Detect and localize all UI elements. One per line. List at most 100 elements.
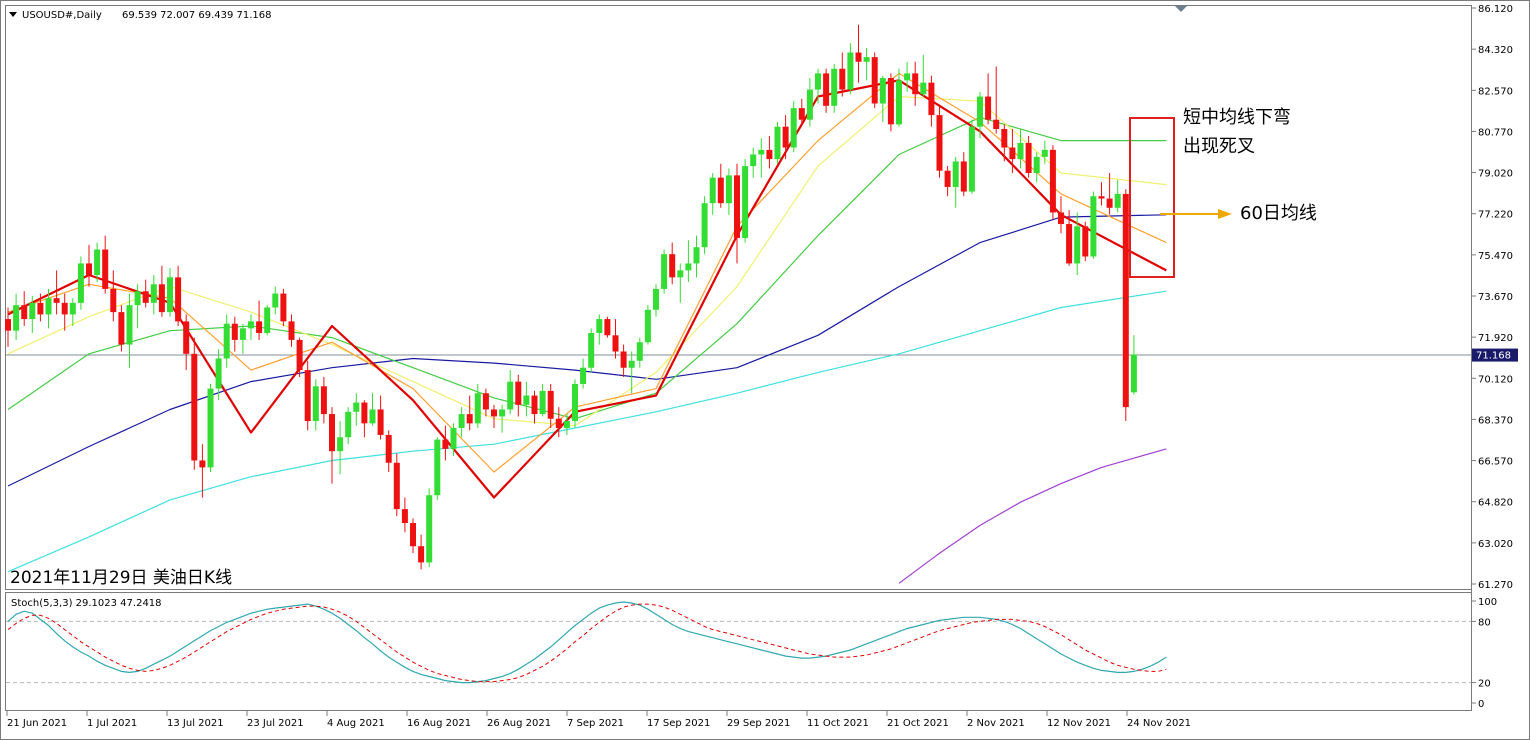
candle-body xyxy=(491,409,497,417)
price-tick-label: 68.370 xyxy=(1478,415,1513,426)
stoch-tick-label: 100 xyxy=(1478,597,1497,608)
candle-body xyxy=(701,203,708,248)
date-tick-label: 2 Nov 2021 xyxy=(967,718,1025,729)
candle-body xyxy=(661,254,668,289)
candle-body xyxy=(1001,128,1008,148)
candle-body xyxy=(37,302,44,315)
date-tick-label: 23 Jul 2021 xyxy=(247,718,304,729)
annotation-line-2: 出现死叉 xyxy=(1183,136,1255,157)
candle-body xyxy=(847,52,854,90)
candle-body xyxy=(1074,226,1081,264)
candle-body xyxy=(280,293,287,322)
price-tick-label: 73.670 xyxy=(1478,292,1513,303)
candle-body xyxy=(353,402,360,412)
date-tick-label: 13 Jul 2021 xyxy=(167,718,224,729)
candle-body xyxy=(653,288,659,310)
chart-ohlc: 69.539 72.007 69.439 71.168 xyxy=(122,10,272,21)
chart-caption: 2021年11月29日 美油日K线 xyxy=(10,568,232,588)
candle-body xyxy=(86,263,92,276)
candle-body xyxy=(960,161,967,192)
candle-body xyxy=(393,462,400,510)
date-tick-label: 7 Sep 2021 xyxy=(567,718,624,729)
candle-body xyxy=(677,270,684,278)
candle-body xyxy=(272,293,279,308)
candle-body xyxy=(628,360,635,368)
date-tick-label: 26 Aug 2021 xyxy=(487,718,551,729)
candle-body xyxy=(45,298,52,315)
candle-body xyxy=(815,73,821,90)
candle-body xyxy=(725,175,732,204)
candle-body xyxy=(709,177,716,204)
candle-body xyxy=(887,78,894,125)
candle-body xyxy=(1041,149,1048,157)
candle-body xyxy=(912,73,919,95)
price-tick-label: 70.120 xyxy=(1478,374,1513,385)
candle-body xyxy=(264,307,271,333)
price-tick-label: 84.320 xyxy=(1478,45,1513,56)
candle-body xyxy=(61,302,68,315)
candle-body xyxy=(110,288,117,313)
candle-body xyxy=(94,249,101,276)
candle-body xyxy=(539,390,546,415)
candle-body xyxy=(531,395,538,415)
candle-body xyxy=(207,388,214,468)
candle-body xyxy=(839,68,846,90)
candle-body xyxy=(1114,193,1121,208)
candle-body xyxy=(928,82,935,116)
candle-body xyxy=(1033,156,1040,174)
candle-body xyxy=(758,149,765,155)
indicator-pane xyxy=(5,592,1472,711)
candle-body xyxy=(5,319,11,331)
candle-body xyxy=(871,57,878,104)
price-tick-label: 79.020 xyxy=(1478,169,1513,180)
candle-body xyxy=(167,277,173,313)
price-tick-label: 64.820 xyxy=(1478,498,1513,509)
candle-body xyxy=(1122,193,1129,408)
candle-body xyxy=(1106,198,1113,208)
price-tick-label: 71.920 xyxy=(1478,333,1513,344)
candle-body xyxy=(1090,196,1097,257)
candle-body xyxy=(766,149,773,160)
candle-body xyxy=(920,82,927,95)
candle-body xyxy=(823,73,830,106)
candle-body xyxy=(790,108,797,148)
candle-body xyxy=(717,177,724,204)
candle-body xyxy=(685,263,692,271)
chart-svg: 86.120 84.320 82.570 80.770 79.020 77.220 75.4… xyxy=(0,0,1530,740)
candle-body xyxy=(782,126,789,148)
candle-body xyxy=(977,96,983,127)
candle-body xyxy=(904,73,911,81)
candle-body xyxy=(863,57,870,62)
current-price-label: 71.168 xyxy=(1476,351,1511,362)
candle-body xyxy=(693,247,700,264)
candle-body xyxy=(1025,142,1032,174)
candle-body xyxy=(434,439,441,496)
price-tick-label: 61.270 xyxy=(1478,580,1513,591)
candle-body xyxy=(612,335,619,352)
candle-body xyxy=(588,332,595,368)
candle-body xyxy=(774,126,781,160)
candle-body xyxy=(1049,149,1056,213)
date-tick-label: 21 Jun 2021 xyxy=(7,718,67,729)
candle-body xyxy=(523,395,530,405)
date-tick-label: 21 Oct 2021 xyxy=(887,718,949,729)
candle-body xyxy=(466,414,473,424)
stoch-tick-label: 20 xyxy=(1478,679,1491,690)
date-tick-label: 4 Aug 2021 xyxy=(327,718,385,729)
arrow-label: 60日均线 xyxy=(1240,203,1317,224)
price-tick-label: 77.220 xyxy=(1478,210,1513,221)
candle-body xyxy=(442,439,449,449)
price-tick-label: 82.570 xyxy=(1478,86,1513,97)
candle-body xyxy=(507,381,514,410)
candle-body xyxy=(21,305,28,320)
date-tick-label: 16 Aug 2021 xyxy=(407,718,471,729)
price-tick-label: 75.470 xyxy=(1478,251,1513,262)
date-tick-label: 17 Sep 2021 xyxy=(647,718,710,729)
candle-body xyxy=(1130,354,1137,393)
candle-body xyxy=(304,370,311,422)
candle-body xyxy=(426,495,433,563)
candle-body xyxy=(1058,212,1064,225)
candle-body xyxy=(118,312,125,345)
date-tick-label: 24 Nov 2021 xyxy=(1127,718,1191,729)
candle-body xyxy=(53,298,60,303)
